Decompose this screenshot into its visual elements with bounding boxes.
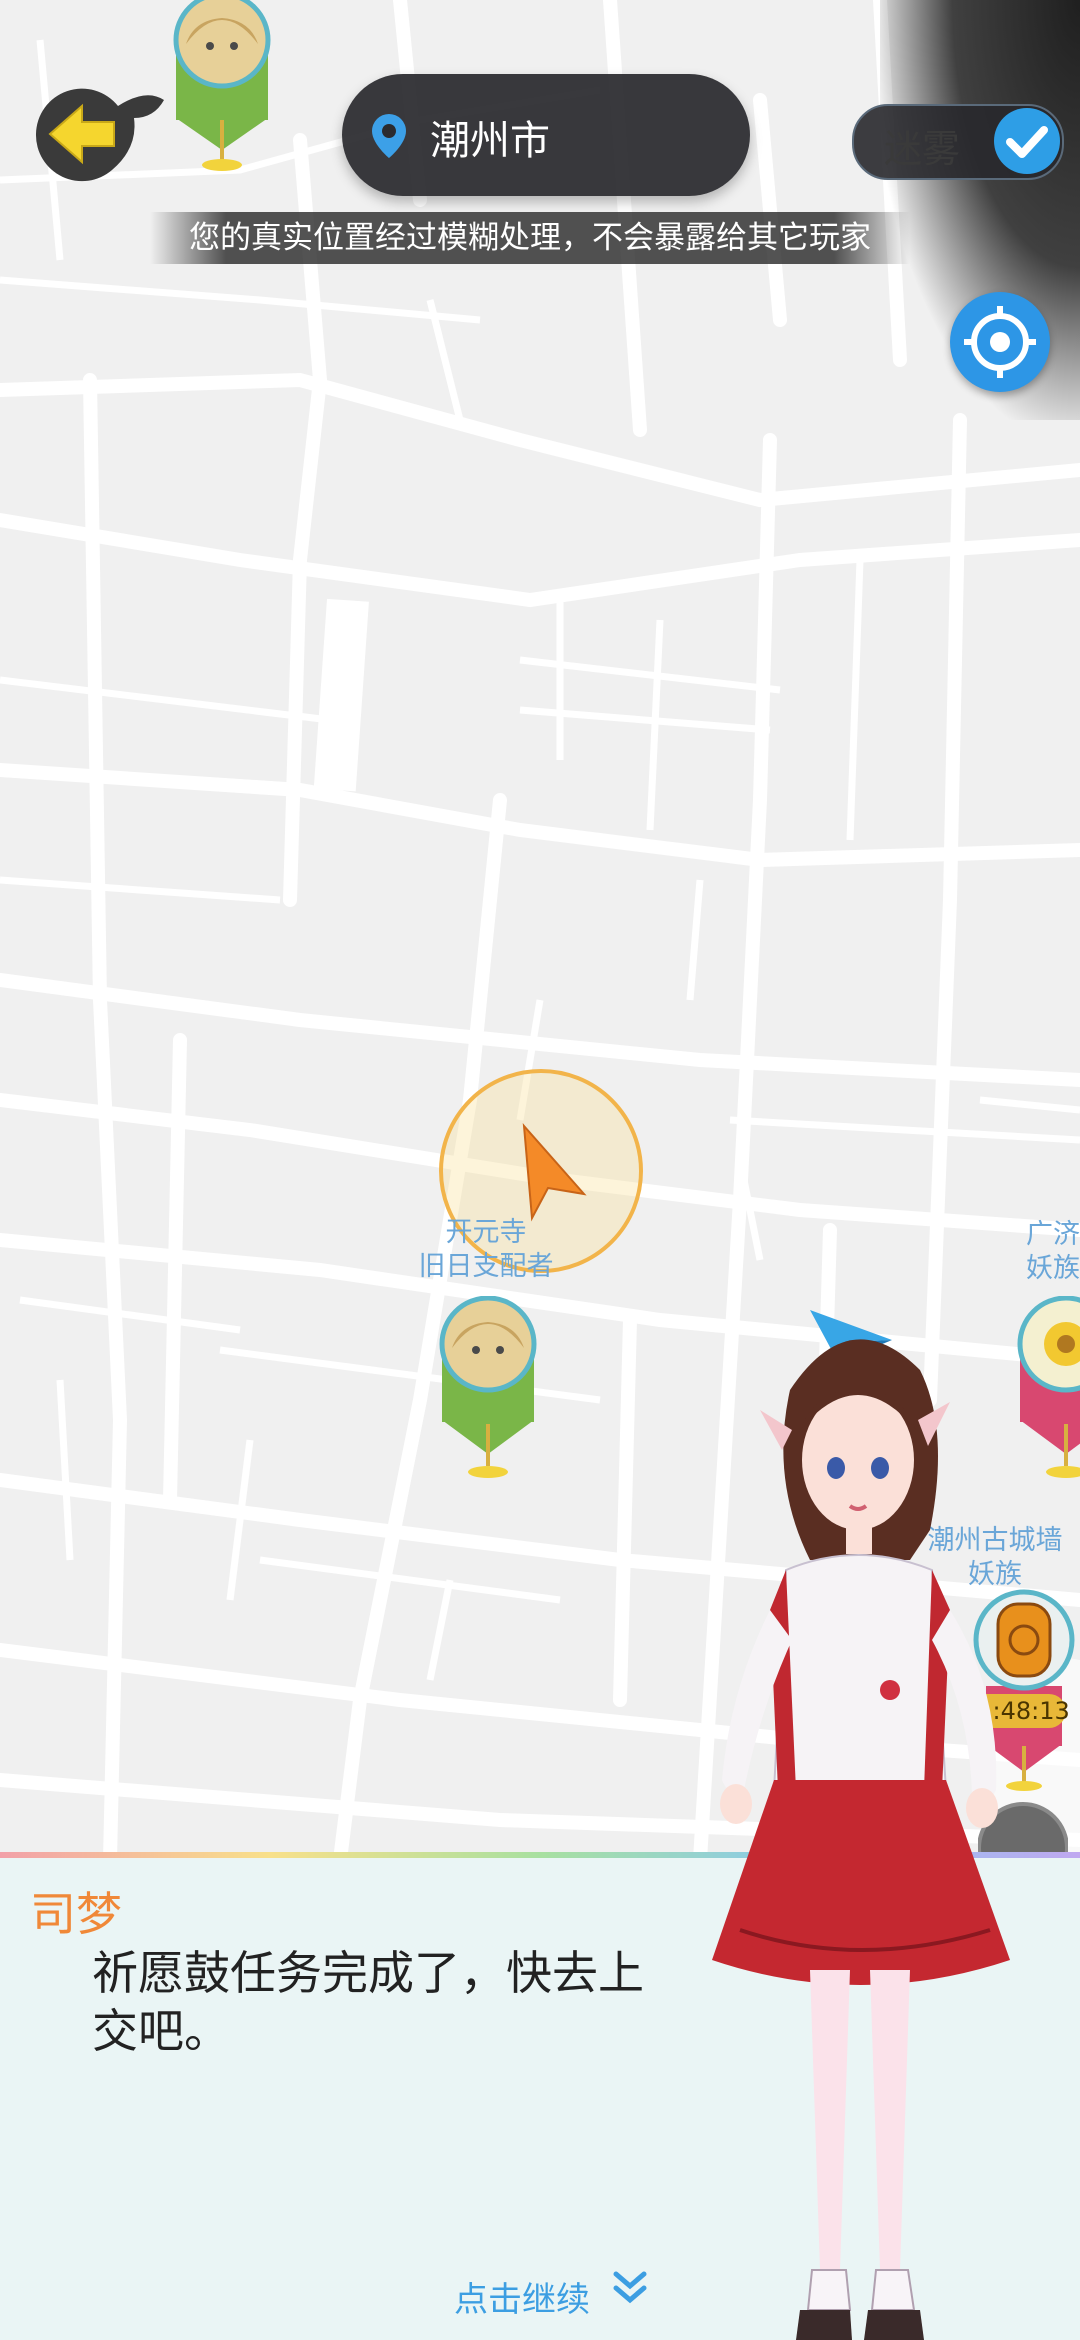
city-selector[interactable]: 潮州市: [342, 74, 750, 196]
back-button[interactable]: [26, 78, 166, 188]
fog-toggle[interactable]: 迷雾: [852, 104, 1064, 180]
chevron-down-icon[interactable]: [612, 2270, 648, 2310]
player-avatar-marker[interactable]: [438, 1296, 538, 1481]
dialog-speaker-name: 司梦: [30, 1887, 122, 1941]
city-name: 潮州市: [430, 118, 550, 164]
continue-button[interactable]: 点击继续: [454, 2272, 590, 2321]
poi-right-top-label[interactable]: 广济 妖族: [1010, 1218, 1080, 1286]
fog-label: 迷雾: [884, 127, 961, 171]
npc-character-simeng: [712, 1339, 1010, 2340]
checkmark-icon: [1006, 126, 1048, 158]
dialog-text: 祈愿鼓任务完成了，快去上交吧。: [92, 1946, 644, 2058]
poi-right-top-line2: 妖族: [1026, 1253, 1080, 1284]
poi-right-top-line1: 广济: [1026, 1219, 1080, 1250]
locate-me-button[interactable]: [950, 292, 1050, 392]
poi-temple-name: 开元寺: [445, 1217, 527, 1248]
privacy-notice: 您的真实位置经过模糊处理，不会暴露给其它玩家: [150, 212, 910, 264]
poi-temple-boss: 旧日支配者: [418, 1251, 554, 1282]
location-pin-icon: [372, 114, 406, 158]
poi-temple-label[interactable]: 开元寺 旧日支配者: [396, 1216, 576, 1284]
player-avatar-marker-top[interactable]: [172, 0, 272, 175]
crosshair-icon: [964, 306, 1036, 378]
fog-checkbox[interactable]: [994, 108, 1060, 174]
